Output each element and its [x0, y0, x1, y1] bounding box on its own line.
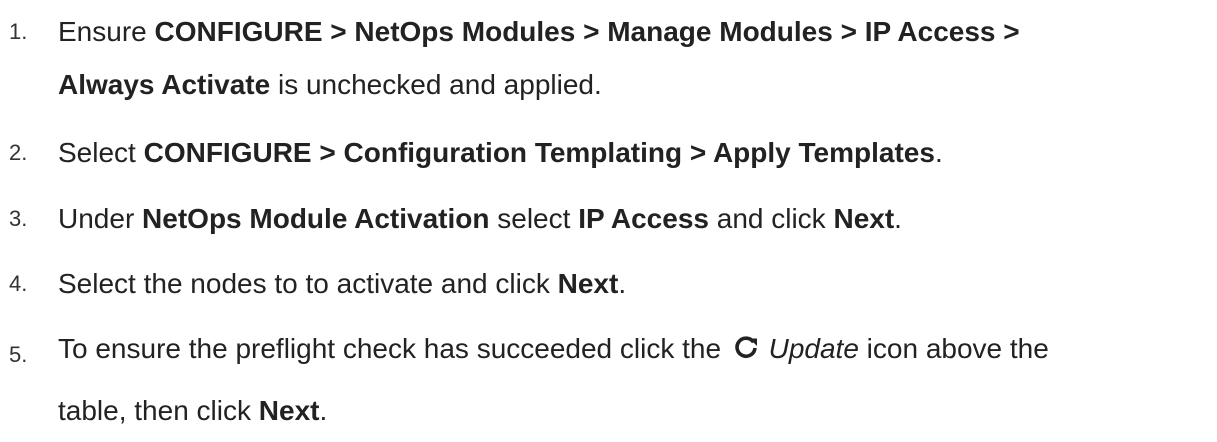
- step-1-line-1: Ensure CONFIGURE > NetOps Modules > Mana…: [58, 16, 1020, 47]
- step-2: 2. Select CONFIGURE > Configuration Temp…: [0, 137, 1217, 169]
- step-4-number: 4.: [9, 271, 28, 296]
- step-3-number: 3.: [9, 206, 28, 231]
- step-1: 1. Ensure CONFIGURE > NetOps Modules > M…: [0, 16, 1217, 48]
- step-3-text: Under NetOps Module Activation select IP…: [58, 203, 902, 234]
- step-4-next-label: Next: [557, 268, 619, 299]
- step-5: 5. To ensure the preflight check has suc…: [0, 333, 1217, 367]
- update-icon-label: Update: [768, 333, 859, 364]
- step-4-text: Select the nodes to to activate and clic…: [58, 268, 627, 299]
- step-5-continued: table, then click Next.: [0, 395, 1217, 427]
- step-3: 3. Under NetOps Module Activation select…: [0, 203, 1217, 235]
- step-3-next-label: Next: [833, 203, 895, 234]
- step-1-option: Always Activate: [58, 69, 271, 100]
- step-2-text: Select CONFIGURE > Configuration Templat…: [58, 137, 943, 168]
- instruction-steps: 1. Ensure CONFIGURE > NetOps Modules > M…: [0, 0, 1217, 442]
- step-1-menu-path: CONFIGURE > NetOps Modules > Manage Modu…: [154, 16, 1020, 47]
- step-5-number: 5.: [9, 342, 28, 367]
- step-2-menu-path: CONFIGURE > Configuration Templating > A…: [143, 137, 935, 168]
- step-5-next-label: Next: [258, 395, 320, 426]
- step-1-line-2: Always Activate is unchecked and applied…: [58, 69, 602, 100]
- step-4: 4. Select the nodes to to activate and c…: [0, 268, 1217, 300]
- step-5-line-1: To ensure the preflight check has succee…: [58, 333, 1049, 364]
- step-3-section-name: NetOps Module Activation: [142, 203, 490, 234]
- step-5-line-2: table, then click Next.: [58, 395, 328, 426]
- step-1-number: 1.: [9, 19, 28, 44]
- step-2-number: 2.: [9, 140, 28, 165]
- refresh-icon: [733, 335, 759, 361]
- step-1-continued: Always Activate is unchecked and applied…: [0, 69, 1217, 101]
- step-3-module-name: IP Access: [578, 203, 709, 234]
